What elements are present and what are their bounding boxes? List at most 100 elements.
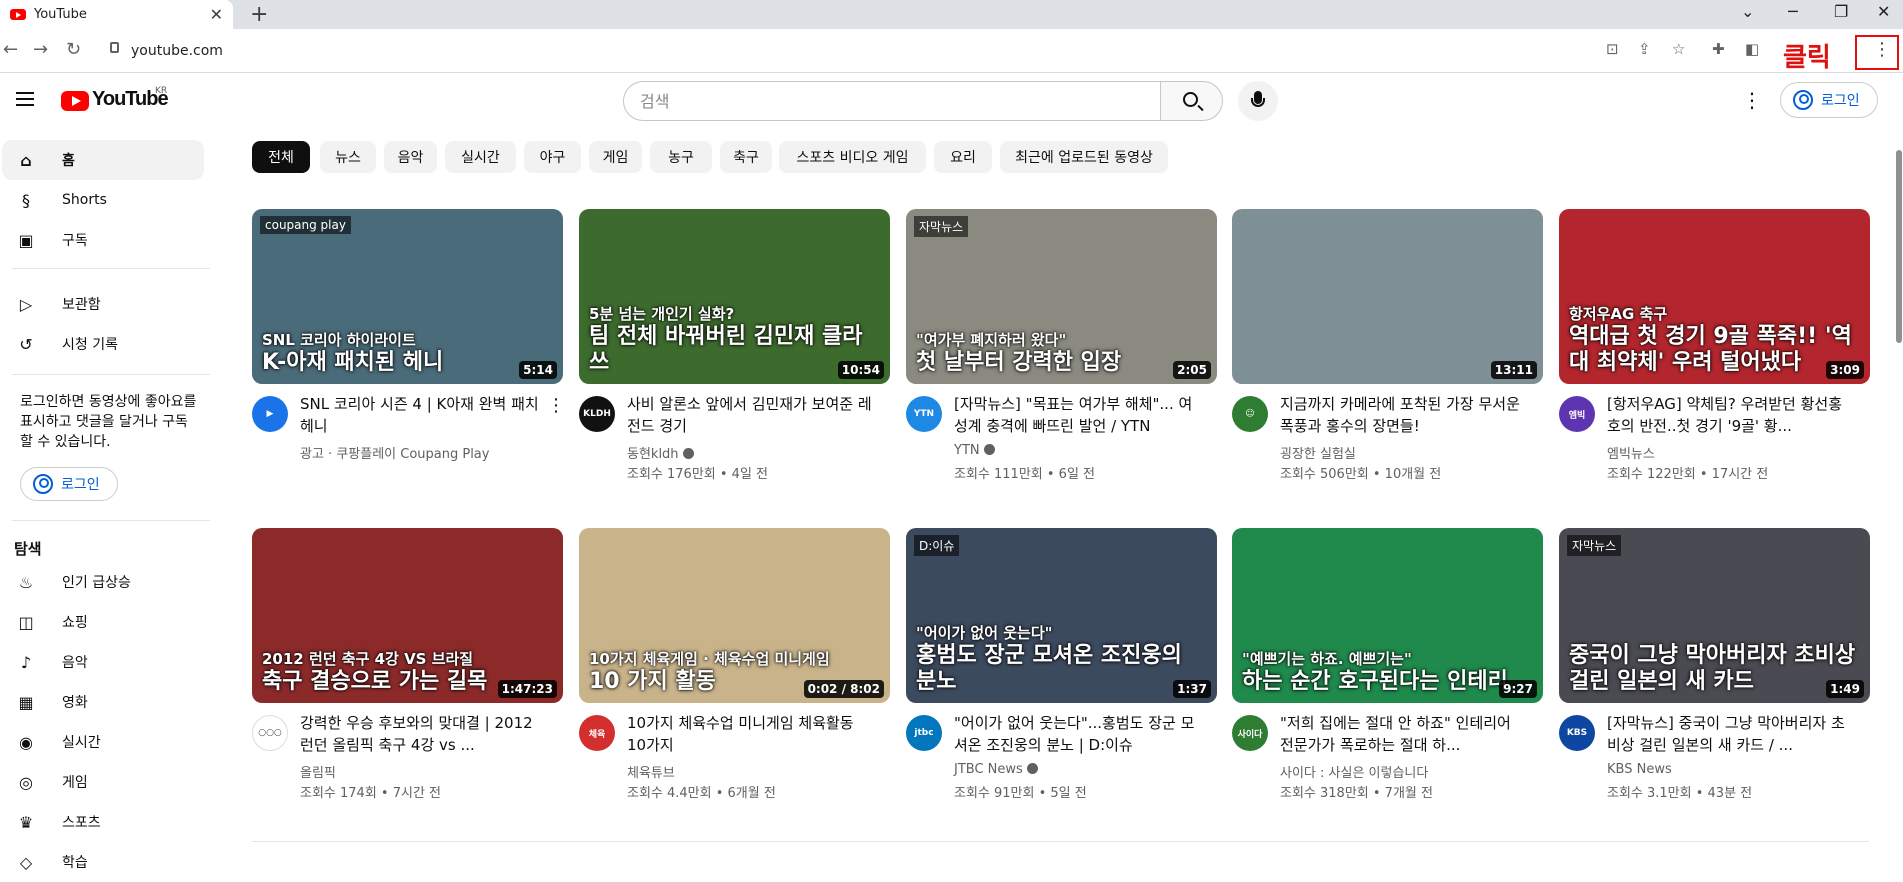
thumbnail-headline: 팀 전체 바꿔버린 김민재 클라쓰 — [589, 324, 863, 375]
sidebar-item-history[interactable]: ↺ 시청 기록 — [2, 324, 204, 364]
install-app-icon[interactable]: ⊡ — [1606, 40, 1619, 58]
search-input[interactable] — [624, 82, 1160, 120]
channel-name[interactable]: 엠빅뉴스 — [1607, 443, 1655, 462]
thumbnail-headline: 홍범도 장군 모셔온 조진웅의 분노 — [916, 643, 1182, 694]
video-duration: 13:11 — [1490, 361, 1537, 379]
video-thumbnail[interactable]: 항저우AG 축구 역대급 첫 경기 9골 폭죽!! '역대 최약체' 우려 털어냈… — [1559, 209, 1870, 384]
channel-name[interactable]: 굉장한 실험실 — [1280, 443, 1356, 462]
sidebar-item-explore[interactable]: ◉ 실시간 — [2, 722, 204, 762]
sidebar-item-explore[interactable]: ◇ 학습 — [2, 842, 204, 882]
sidebar-item-shorts[interactable]: § Shorts — [2, 180, 204, 220]
sidebar-item-explore[interactable]: ◫ 쇼핑 — [2, 602, 204, 642]
video-title[interactable]: [자막뉴스] 중국이 그냥 막아버리자 초비상 걸린 일본의 새 카드 / ..… — [1607, 712, 1852, 756]
channel-avatar[interactable]: KLDH — [579, 396, 615, 432]
reload-icon[interactable]: ↻ — [66, 39, 81, 60]
sidebar-item-explore[interactable]: ▦ 영화 — [2, 682, 204, 722]
filter-chip[interactable]: 농구 — [650, 141, 712, 173]
video-meta: 조회수 122만회 • 17시간 전 — [1607, 467, 1769, 482]
video-thumbnail[interactable]: coupang play SNL 코리아 하이라이트 K-아재 패치된 헤니 5:14 — [252, 209, 563, 384]
side-panel-icon[interactable]: ◧ — [1745, 40, 1759, 58]
channel-name[interactable]: 광고 · 쿠팡플레이 Coupang Play — [300, 443, 489, 462]
sidebar-item-explore[interactable]: ◎ 게임 — [2, 762, 204, 802]
video-more-options-icon[interactable]: ⋮ — [547, 395, 565, 416]
video-title[interactable]: [자막뉴스] "목표는 여가부 해체"... 여성계 충격에 빠뜨린 발언 / … — [954, 393, 1199, 437]
channel-avatar[interactable]: YTN — [906, 396, 942, 432]
sidebar-item-library[interactable]: ▷ 보관함 — [2, 284, 204, 324]
video-title[interactable]: 강력한 우승 후보와의 맞대결 | 2012 런던 올림픽 축구 4강 vs .… — [300, 712, 545, 756]
video-thumbnail[interactable]: 13:11 — [1232, 209, 1543, 384]
channel-name[interactable]: YTN — [954, 443, 995, 458]
filter-chip[interactable]: 스포츠 비디오 게임 — [779, 141, 926, 173]
channel-name[interactable]: 체육튜브 — [627, 762, 675, 781]
video-thumbnail[interactable]: 2012 런던 축구 4강 VS 브라질 축구 결승으로 가는 길목 1:47:23 — [252, 528, 563, 703]
tab-close-icon[interactable]: ✕ — [210, 5, 223, 24]
video-meta: 조회수 3.1만회 • 43분 전 — [1607, 786, 1753, 801]
video-thumbnail[interactable]: D:이슈 "어이가 없어 웃는다" 홍범도 장군 모셔온 조진웅의 분노 1:37 — [906, 528, 1217, 703]
sidebar-item-home[interactable]: ⌂ 홈 — [2, 140, 204, 180]
search-button[interactable] — [1160, 81, 1223, 121]
tab-search-icon[interactable]: ⌄ — [1741, 2, 1754, 21]
video-title[interactable]: 10가지 체육수업 미니게임 체육활동 10가지 — [627, 712, 872, 756]
video-thumbnail[interactable]: 자막뉴스 중국이 그냥 막아버리자 초비상 걸린 일본의 새 카드 1:49 — [1559, 528, 1870, 703]
voice-search-mic-icon[interactable] — [1238, 81, 1278, 121]
login-button[interactable]: 로그인 — [1780, 82, 1878, 118]
youtube-logo-icon[interactable] — [61, 91, 89, 111]
filter-chip[interactable]: 요리 — [934, 141, 992, 173]
video-title[interactable]: [항저우AG] 약체팀? 우려받던 황선홍호의 반전..첫 경기 '9골' 황.… — [1607, 393, 1852, 437]
channel-avatar[interactable]: jtbc — [906, 715, 942, 751]
filter-chip[interactable]: 최근에 업로드된 동영상 — [1000, 141, 1168, 173]
video-title[interactable]: "저희 집에는 절대 안 하죠" 인테리어 전문가가 폭로하는 절대 하... — [1280, 712, 1525, 756]
channel-avatar[interactable]: 체육 — [579, 715, 615, 751]
filter-chip[interactable]: 뉴스 — [320, 141, 376, 173]
new-tab-button[interactable]: + — [250, 2, 268, 27]
video-thumbnail[interactable]: 자막뉴스 "여가부 폐지하러 왔다" 첫 날부터 강력한 입장 2:05 — [906, 209, 1217, 384]
filter-chip[interactable]: 게임 — [589, 141, 642, 173]
sidebar-item-explore[interactable]: ♪ 음악 — [2, 642, 204, 682]
filter-chip[interactable]: 음악 — [384, 141, 437, 173]
video-title[interactable]: 사비 알론소 앞에서 김민재가 보여준 레전드 경기 — [627, 393, 872, 437]
scrollbar-thumb[interactable] — [1896, 150, 1902, 343]
thumbnail-subtext: 10가지 체육게임 · 체육수업 미니게임 — [589, 650, 830, 668]
filter-chip[interactable]: 실시간 — [445, 141, 516, 173]
channel-avatar[interactable]: 사이다 — [1232, 715, 1268, 751]
sidebar-item-subscriptions[interactable]: ▣ 구독 — [2, 220, 204, 260]
back-arrow-icon[interactable]: ← — [3, 39, 18, 60]
filter-chip[interactable]: 야구 — [524, 141, 581, 173]
channel-avatar[interactable]: KBS — [1559, 715, 1595, 751]
search-box[interactable] — [623, 81, 1160, 121]
browser-tab-youtube[interactable]: YouTube ✕ — [0, 0, 233, 29]
sidebar-item-explore[interactable]: ♨ 인기 급상승 — [2, 562, 204, 602]
maximize-button[interactable]: ❐ — [1834, 2, 1848, 21]
video-title[interactable]: "어이가 없어 웃는다"...홍범도 장군 모셔온 조진웅의 분노 | D:이슈 — [954, 712, 1199, 756]
extensions-icon[interactable]: ✚ — [1712, 40, 1725, 58]
video-thumbnail[interactable]: 10가지 체육게임 · 체육수업 미니게임 10 가지 활동 0:02 / 8:02 — [579, 528, 890, 703]
channel-name[interactable]: JTBC News — [954, 762, 1038, 777]
video-thumbnail[interactable]: "예쁘기는 하죠. 예쁘기는" 하는 순간 호구된다는 인테리 9:27 — [1232, 528, 1543, 703]
window-close-button[interactable]: ✕ — [1877, 2, 1890, 21]
filter-chip[interactable]: 전체 — [252, 141, 310, 173]
share-icon[interactable]: ⇪ — [1638, 40, 1651, 58]
menu-hamburger-icon[interactable] — [16, 92, 34, 106]
browser-menu-icon[interactable]: ⋮ — [1873, 39, 1891, 60]
minimize-button[interactable]: ─ — [1788, 2, 1798, 21]
video-title[interactable]: 지금까지 카메라에 포착된 가장 무서운 폭풍과 홍수의 장면들! — [1280, 393, 1525, 437]
channel-avatar[interactable]: 엠빅 — [1559, 396, 1595, 432]
channel-name[interactable]: 사이다 : 사실은 이렇습니다 — [1280, 762, 1428, 781]
video-thumbnail[interactable]: 5분 넘는 개인기 실화? 팀 전체 바꿔버린 김민재 클라쓰 10:54 — [579, 209, 890, 384]
channel-avatar[interactable]: ☺ — [1232, 396, 1268, 432]
bookmark-star-icon[interactable]: ☆ — [1672, 40, 1685, 58]
sidebar-divider — [12, 520, 210, 521]
address-bar[interactable]: youtube.com — [92, 35, 1637, 67]
video-title[interactable]: SNL 코리아 시즌 4 | K아재 완벽 패치 헤니 — [300, 393, 545, 437]
channel-avatar[interactable]: ▶ — [252, 396, 288, 432]
channel-name[interactable]: 올림픽 — [300, 762, 336, 781]
filter-chip[interactable]: 축구 — [720, 141, 772, 173]
channel-name[interactable]: KBS News — [1607, 762, 1672, 777]
sidebar-item-explore[interactable]: ♛ 스포츠 — [2, 802, 204, 842]
channel-name[interactable]: 동현kldh — [627, 443, 694, 462]
sidebar-login-button[interactable]: 로그인 — [20, 467, 118, 501]
channel-avatar[interactable]: ○○○ — [252, 715, 288, 751]
forward-arrow-icon[interactable]: → — [33, 39, 48, 60]
sidebar-divider — [12, 374, 210, 375]
settings-more-icon[interactable]: ⋮ — [1742, 88, 1762, 112]
